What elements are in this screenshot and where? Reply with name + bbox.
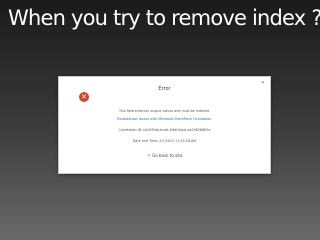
error-dialog: ✕ ✕ Error This field enforces unique val… (58, 76, 271, 174)
date-time: Date and Time: 2/7/2013 11:53:26 AM (132, 139, 197, 143)
go-back-label: Go back to site (152, 153, 183, 158)
error-heading: Error (158, 86, 171, 92)
error-message: This field enforces unique values and mu… (118, 109, 211, 113)
go-back-link[interactable]: ✦ Go back to site (59, 153, 270, 159)
error-icon: ✕ (79, 92, 89, 102)
correlation-id: Correlation ID: b2d2f5da-bcad-4fb6-9dcb-… (118, 128, 211, 132)
slide-title: When you try to remove index ? (8, 6, 320, 30)
troubleshoot-link[interactable]: Troubleshoot issues with Microsoft Share… (59, 117, 270, 121)
star-icon: ✦ (146, 153, 151, 159)
